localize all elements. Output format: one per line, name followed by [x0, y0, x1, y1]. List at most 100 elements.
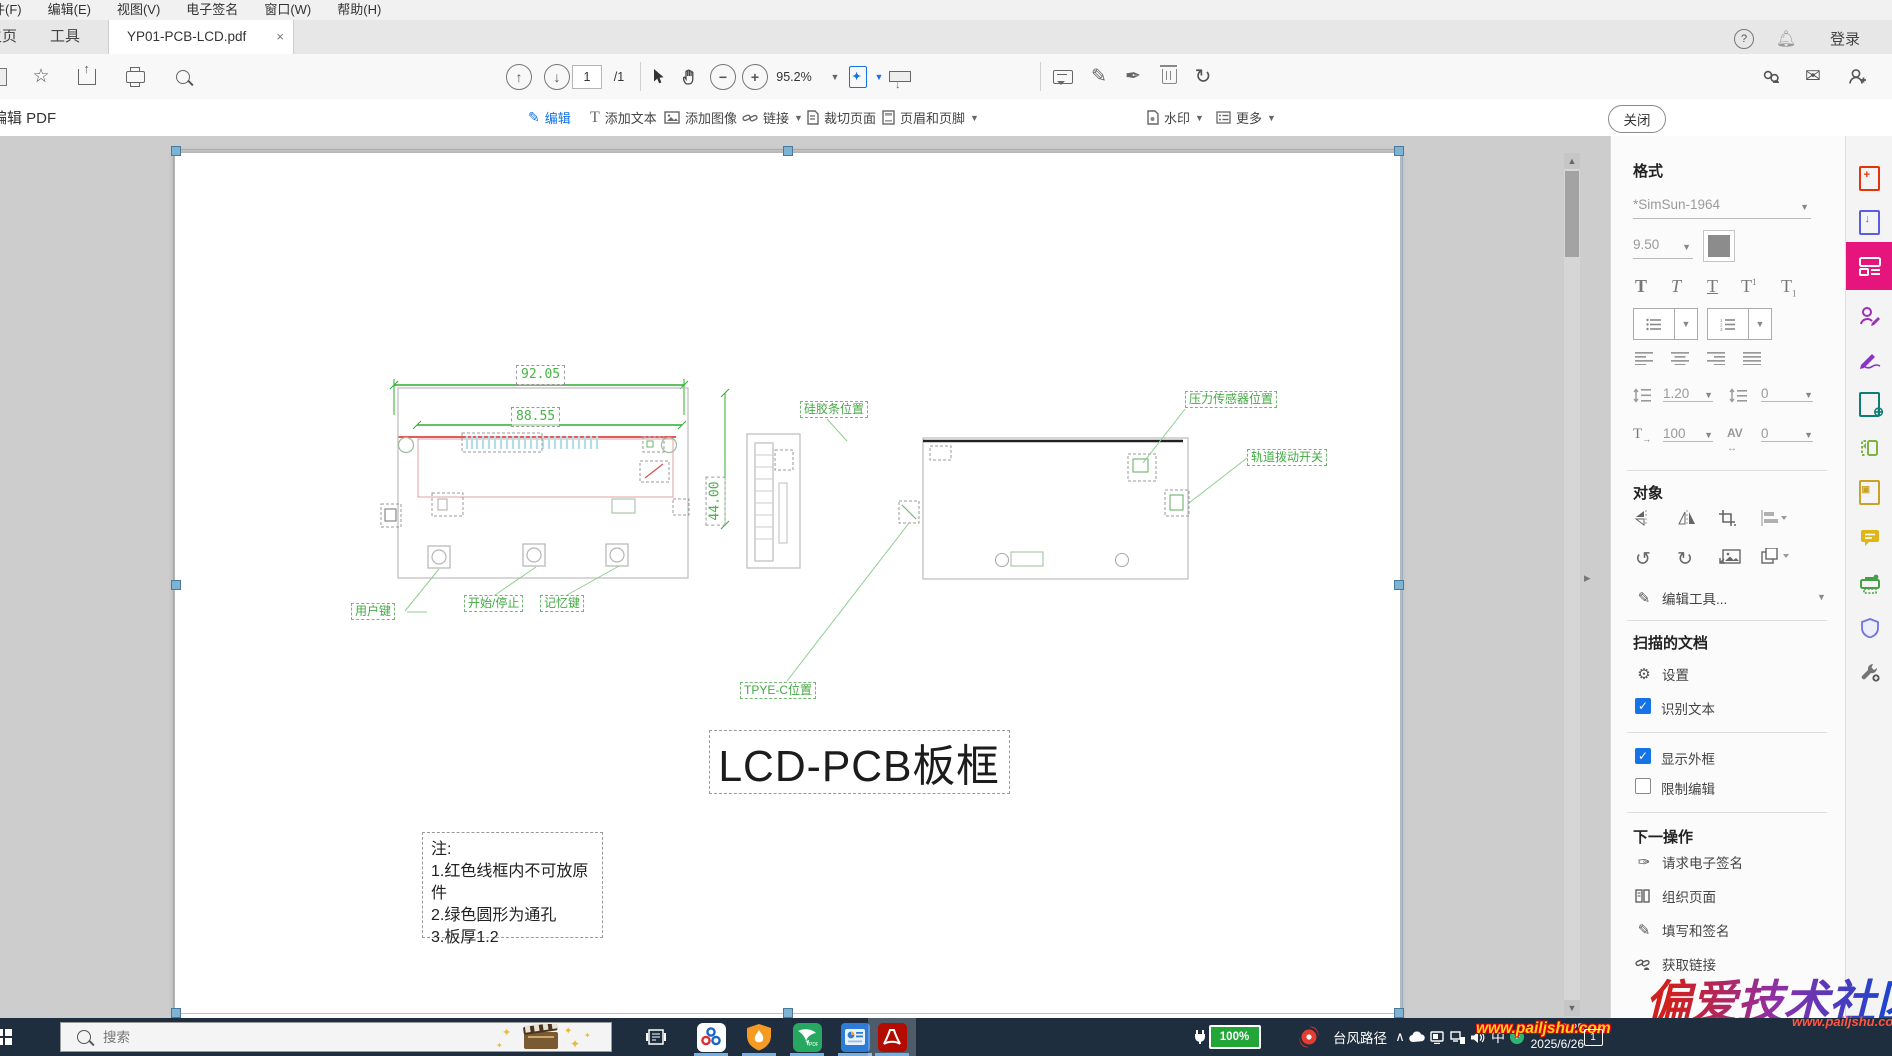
- watermark-button[interactable]: 水印▼: [1146, 99, 1204, 136]
- label-strip-position[interactable]: 硅胶条位置: [800, 401, 868, 418]
- more-tools-icon[interactable]: [1846, 650, 1892, 694]
- font-family-select[interactable]: *SimSun-1964 ▼: [1633, 196, 1811, 219]
- search-highlight-icon[interactable]: ✦✦ ✦✦✦: [496, 1024, 596, 1052]
- edit-button[interactable]: ✎ 编辑: [528, 99, 571, 136]
- bold-button[interactable]: T: [1635, 276, 1647, 297]
- pdf-page[interactable]: 92.05 88.55 44.00 硅胶条位置 压力传感器位置 轨道拨动开关 用…: [175, 153, 1400, 1018]
- create-pdf-icon[interactable]: +: [1846, 156, 1892, 200]
- more-button[interactable]: 更多▼: [1216, 99, 1276, 136]
- cloud-icon[interactable]: [1408, 1018, 1426, 1056]
- export-file-icon[interactable]: ⊕: [1846, 382, 1892, 426]
- close-editor-button[interactable]: 关闭: [1608, 105, 1666, 133]
- numbered-list-button[interactable]: 123 ▼: [1707, 308, 1772, 340]
- zoom-out-icon[interactable]: −: [710, 54, 736, 99]
- align-center-button[interactable]: [1671, 352, 1689, 365]
- line-spacing-value[interactable]: 1.20▼: [1663, 386, 1713, 402]
- paragraph-spacing-value[interactable]: 0▼: [1761, 386, 1813, 402]
- organize-pages-item[interactable]: 组织页面: [1635, 886, 1716, 906]
- menu-help[interactable]: 帮助(H): [324, 0, 394, 20]
- tray-expand-icon[interactable]: ∧: [1392, 1018, 1408, 1056]
- selection-handle[interactable]: [171, 146, 181, 156]
- tab-document[interactable]: YP01-PCB-LCD.pdf ×: [108, 20, 294, 54]
- app-acrobat-active-cell[interactable]: [868, 1018, 916, 1056]
- scroll-up-icon[interactable]: ▲: [1564, 153, 1580, 169]
- highlight-pen-icon[interactable]: ✎: [1086, 54, 1112, 99]
- recognize-text-checkbox[interactable]: ✓: [1635, 698, 1651, 714]
- page-up-icon[interactable]: ↑: [506, 54, 532, 99]
- select-tool-icon[interactable]: [646, 54, 670, 99]
- dim-height[interactable]: 44.00: [706, 476, 726, 525]
- label-typec[interactable]: TPYE-C位置: [740, 682, 816, 699]
- settings-button[interactable]: ⚙ 设置: [1635, 664, 1689, 684]
- rotate-right-icon[interactable]: ↻: [1677, 548, 1693, 571]
- comment-icon[interactable]: [1050, 54, 1076, 99]
- crop-object-icon[interactable]: [1719, 510, 1737, 526]
- app-360-icon[interactable]: [688, 1018, 734, 1056]
- search-icon[interactable]: [170, 54, 196, 99]
- add-text-button[interactable]: T 添加文本: [590, 99, 657, 136]
- menu-file[interactable]: 文件(F): [0, 0, 35, 20]
- star-icon[interactable]: ☆: [28, 54, 54, 99]
- print-icon[interactable]: [122, 54, 148, 99]
- request-signatures-icon[interactable]: [1846, 294, 1892, 338]
- menu-view[interactable]: 视图(V): [104, 0, 173, 20]
- selection-handle[interactable]: [171, 580, 181, 590]
- scan-ocr-icon[interactable]: [1846, 562, 1892, 606]
- selection-handle[interactable]: [171, 1008, 181, 1018]
- label-toggle-switch[interactable]: 轨道拨动开关: [1247, 449, 1327, 466]
- fit-dropdown-caret[interactable]: ▼: [872, 54, 886, 99]
- typhoon-icon[interactable]: [1296, 1018, 1322, 1056]
- fit-page-icon[interactable]: ✦: [846, 54, 870, 99]
- arrange-icon[interactable]: [1761, 548, 1789, 564]
- protect-shield-icon[interactable]: [1846, 606, 1892, 650]
- bullet-list-button[interactable]: ▼: [1633, 308, 1698, 340]
- label-memory-key[interactable]: 记忆键: [540, 595, 584, 612]
- selection-handle[interactable]: [783, 1008, 793, 1018]
- measure-icon[interactable]: ↓: [886, 54, 914, 99]
- italic-button[interactable]: T: [1671, 276, 1681, 297]
- page-number-input[interactable]: 1: [572, 54, 602, 99]
- selection-handle[interactable]: [1394, 1008, 1404, 1018]
- hand-tool-icon[interactable]: [676, 54, 702, 99]
- scroll-down-icon[interactable]: ▼: [1564, 1000, 1580, 1016]
- close-tab-icon[interactable]: ×: [276, 20, 284, 54]
- edit-tools-button[interactable]: ✎ 编辑工具...: [1635, 588, 1727, 608]
- label-start-stop[interactable]: 开始/停止: [464, 595, 523, 612]
- export-pdf-icon[interactable]: ↓: [1846, 200, 1892, 244]
- scrollbar-thumb[interactable]: [1565, 171, 1579, 257]
- subscript-button[interactable]: T1: [1781, 276, 1797, 299]
- start-button[interactable]: [0, 1018, 14, 1056]
- menu-window[interactable]: 窗口(W): [251, 0, 324, 20]
- edit-pdf-tool-icon[interactable]: [1846, 242, 1892, 290]
- sign-pen-icon[interactable]: ✒: [1120, 54, 1146, 99]
- login-button[interactable]: 登录: [1820, 16, 1870, 61]
- restrict-editing-checkbox[interactable]: [1635, 778, 1651, 794]
- trash-icon[interactable]: [1156, 54, 1182, 99]
- request-esign-item[interactable]: ✑ 请求电子签名: [1635, 852, 1743, 872]
- align-objects-icon[interactable]: [1761, 510, 1787, 526]
- font-color-swatch[interactable]: [1703, 230, 1735, 262]
- char-spacing-value[interactable]: 0▼: [1761, 426, 1813, 442]
- align-right-button[interactable]: [1707, 352, 1725, 365]
- zoom-dropdown-caret[interactable]: ▼: [828, 54, 842, 99]
- tab-tools[interactable]: 工具: [50, 20, 80, 54]
- fill-sign-tool-icon[interactable]: [1846, 338, 1892, 382]
- search-input[interactable]: [101, 1029, 305, 1046]
- file-request-icon[interactable]: ▣: [1846, 470, 1892, 514]
- share-icon[interactable]: ↑: [74, 54, 100, 99]
- network-icon[interactable]: [1448, 1018, 1466, 1056]
- menu-edit[interactable]: 编辑(E): [35, 0, 104, 20]
- h-scale-value[interactable]: 100▼: [1663, 426, 1713, 442]
- header-footer-button[interactable]: 页眉和页脚▼: [882, 99, 979, 136]
- drawing-title-box[interactable]: LCD-PCB板框: [709, 730, 1010, 794]
- label-pressure-sensor[interactable]: 压力传感器位置: [1185, 391, 1277, 408]
- crop-pages-button[interactable]: 裁切页面: [806, 99, 876, 136]
- add-image-button[interactable]: 添加图像: [664, 99, 737, 136]
- selection-handle[interactable]: [1394, 146, 1404, 156]
- taskbar-search[interactable]: ✦✦ ✦✦✦: [60, 1022, 612, 1052]
- app-huorong-icon[interactable]: [736, 1018, 782, 1056]
- panel-collapse-icon[interactable]: ▸: [1584, 570, 1591, 586]
- zoom-level-value[interactable]: 95.2%: [772, 54, 816, 99]
- selection-handle[interactable]: [1394, 580, 1404, 590]
- help-icon[interactable]: ?: [1732, 16, 1756, 61]
